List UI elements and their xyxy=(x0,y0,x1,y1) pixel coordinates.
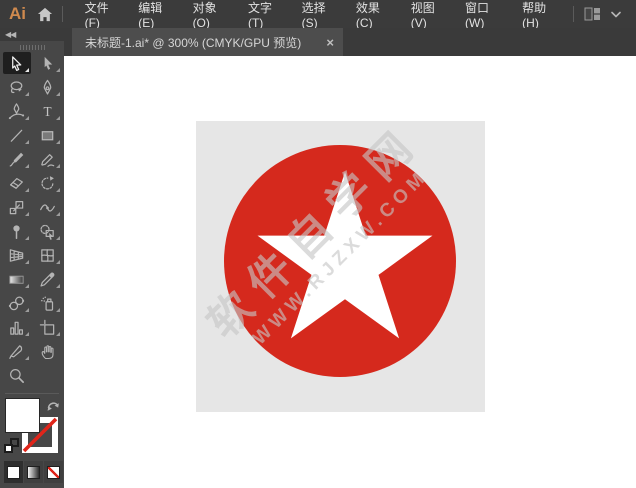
app-logo-icon: Ai xyxy=(9,4,26,23)
menu-bar: Ai 文件(F) 编辑(E) 对象(O) 文字(T) 选择(S) 效果(C) 视… xyxy=(0,0,636,30)
menu-view[interactable]: 视图(V) xyxy=(401,0,455,30)
hand-tool[interactable] xyxy=(34,340,62,362)
menu-file[interactable]: 文件(F) xyxy=(75,0,129,30)
panel-grip-handle[interactable] xyxy=(19,45,45,50)
scale-tool[interactable] xyxy=(3,196,31,218)
menubar-divider xyxy=(61,6,63,22)
paintbrush-tool[interactable] xyxy=(3,148,31,170)
tools-grid: T xyxy=(0,52,64,386)
gradient-mode-button[interactable] xyxy=(24,461,43,483)
menubar-right xyxy=(567,2,628,26)
home-icon[interactable] xyxy=(34,2,56,26)
curvature-tool[interactable] xyxy=(3,100,31,122)
line-segment-tool[interactable] xyxy=(3,124,31,146)
menubar-divider xyxy=(573,6,575,22)
shape-builder-tool[interactable] xyxy=(34,220,62,242)
perspective-grid-tool[interactable] xyxy=(3,244,31,266)
gradient-tool[interactable] xyxy=(3,268,31,290)
lasso-tool[interactable] xyxy=(3,76,31,98)
puppet-warp-tool[interactable] xyxy=(3,220,31,242)
document-tab-bar: 未标题-1.ai* @ 300% (CMYK/GPU 预览) × xyxy=(64,28,636,56)
rectangle-tool[interactable] xyxy=(34,124,62,146)
menu-type[interactable]: 文字(T) xyxy=(238,0,292,30)
eraser-tool[interactable] xyxy=(3,172,31,194)
collapse-panel-icon[interactable]: ◀◀ xyxy=(5,30,16,39)
mesh-tool[interactable] xyxy=(34,244,62,266)
menu-window[interactable]: 窗口(W) xyxy=(455,0,512,30)
menu-select[interactable]: 选择(S) xyxy=(292,0,346,30)
panel-divider xyxy=(5,393,59,394)
tools-panel: ◀◀ T xyxy=(0,28,64,488)
artboard-tool[interactable] xyxy=(34,316,62,338)
workspace-switcher-icon[interactable] xyxy=(580,2,604,26)
symbol-sprayer-tool[interactable] xyxy=(34,292,62,314)
menu-help[interactable]: 帮助(H) xyxy=(512,0,567,30)
document-tab[interactable]: 未标题-1.ai* @ 300% (CMYK/GPU 预览) × xyxy=(72,28,343,56)
document-canvas[interactable]: 软件自学网 WWW.RJZXW.COM xyxy=(64,56,636,488)
illustrator-window: Ai 文件(F) 编辑(E) 对象(O) 文字(T) 选择(S) 效果(C) 视… xyxy=(0,0,636,488)
artboard[interactable]: 软件自学网 WWW.RJZXW.COM xyxy=(196,121,485,412)
fill-stroke-controls xyxy=(0,398,64,456)
selection-tool[interactable] xyxy=(2,52,31,74)
document-tab-title: 未标题-1.ai* @ 300% (CMYK/GPU 预览) xyxy=(85,35,302,50)
blend-tool[interactable] xyxy=(3,292,31,314)
menu-effect[interactable]: 效果(C) xyxy=(346,0,401,30)
tools-panel-header: ◀◀ xyxy=(0,28,64,41)
paint-mode-buttons xyxy=(4,461,64,483)
shaper-pencil-tool[interactable] xyxy=(34,148,62,170)
close-tab-icon[interactable]: × xyxy=(326,36,334,49)
main-menu: 文件(F) 编辑(E) 对象(O) 文字(T) 选择(S) 效果(C) 视图(V… xyxy=(75,0,567,30)
rotate-tool[interactable] xyxy=(34,172,62,194)
color-mode-button[interactable] xyxy=(4,461,23,483)
type-tool[interactable]: T xyxy=(34,100,62,122)
zoom-tool[interactable] xyxy=(3,364,31,386)
direct-selection-tool[interactable] xyxy=(34,52,62,74)
swap-fill-stroke-icon[interactable] xyxy=(46,399,61,417)
pen-tool[interactable] xyxy=(34,76,62,98)
default-fill-stroke-icon[interactable] xyxy=(4,438,19,453)
tool-spacer xyxy=(34,364,62,386)
fill-color-swatch[interactable] xyxy=(5,398,40,433)
menu-object[interactable]: 对象(O) xyxy=(183,0,238,30)
column-graph-tool[interactable] xyxy=(3,316,31,338)
eyedropper-tool[interactable] xyxy=(34,268,62,290)
none-mode-button[interactable] xyxy=(44,461,63,483)
menu-edit[interactable]: 编辑(E) xyxy=(128,0,182,30)
width-tool[interactable] xyxy=(34,196,62,218)
chevron-down-icon[interactable] xyxy=(604,2,628,26)
type-tool-glyph: T xyxy=(43,104,51,119)
star-circle-artwork[interactable] xyxy=(196,121,485,412)
slice-tool[interactable] xyxy=(3,340,31,362)
